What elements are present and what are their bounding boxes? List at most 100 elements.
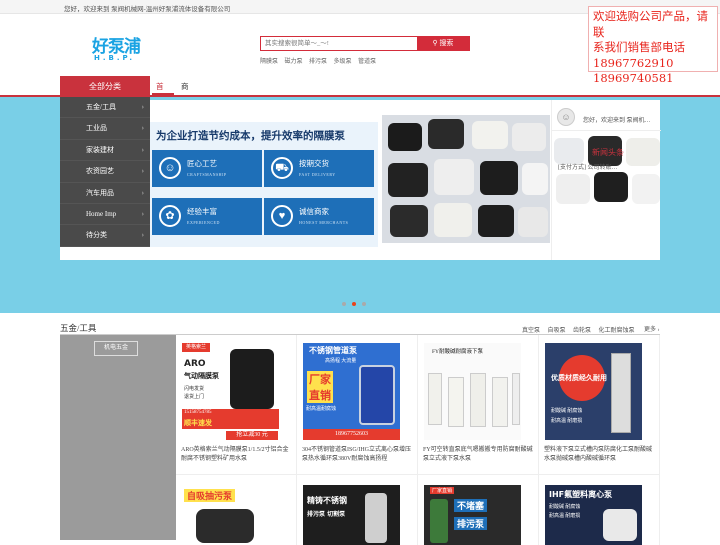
feature-tile: ✿ 经验丰富 EXPERIENCED xyxy=(152,198,262,235)
category-label: Home Imp xyxy=(86,209,117,218)
product-image-text: 排污泵 xyxy=(454,517,488,530)
product-image-text: 不堵塞 xyxy=(454,499,488,512)
pump-image xyxy=(554,138,584,164)
pump-image xyxy=(522,163,548,195)
nav-active-underline xyxy=(152,93,174,95)
product-image-text: 厂家 xyxy=(307,371,333,387)
promo-line: 欢迎选购公司产品，请联 xyxy=(593,9,708,39)
greeting-text: 您好，欢迎来到 泵阀机械网-温州好泵浦流体设备有限公司 xyxy=(64,6,231,13)
product-caption[interactable]: 塑料液下泵立式槽内泵防腐化工泵耐酸碱水泵抛碱泵槽内酸碱循环泵 xyxy=(544,446,656,464)
carousel-dot[interactable] xyxy=(342,302,346,306)
product-image-text: 耐高温 耐磨损 xyxy=(551,419,583,424)
hot-keyword-link[interactable]: 管道泵 xyxy=(358,59,376,65)
hot-keyword-link[interactable]: 磁力泵 xyxy=(285,59,303,65)
pump-image xyxy=(365,493,387,543)
pump-image xyxy=(512,373,520,425)
pump-image xyxy=(632,174,660,204)
search-bar: ⚲ 搜索 xyxy=(260,36,470,51)
product-image-text: ARO xyxy=(184,359,206,369)
pump-image xyxy=(448,377,464,427)
product-image-text: IHF氟塑料离心泵 xyxy=(549,490,613,499)
news-headline[interactable]: 新闻头条 xyxy=(592,147,624,158)
product-card[interactable]: 优质材质经久耐用 耐酸碱 耐腐蚀 耐高温 耐磨损 塑料液下泵立式槽内泵防腐化工泵… xyxy=(539,335,660,475)
product-card[interactable]: 厂家直销 不堵塞 排污泵 xyxy=(418,475,539,545)
product-image-text: FY耐酸碱耐腐液下泵 xyxy=(432,349,484,355)
pump-image xyxy=(556,174,590,204)
product-image: 厂家直销 不堵塞 排污泵 xyxy=(424,485,521,545)
category-label: 工业品 xyxy=(86,124,107,133)
side-tag-button[interactable]: 机电五金 xyxy=(94,341,138,356)
pump-image xyxy=(603,509,637,541)
category-item[interactable]: 五金/工具 › xyxy=(60,97,150,119)
category-menu: 五金/工具 › 工业品 › 家装建材 › 农资园艺 › 汽车用品 › Home Imp › … xyxy=(60,97,150,247)
category-item[interactable]: 农资园艺 › xyxy=(60,161,150,183)
product-image-text: 18967752603 xyxy=(303,429,400,440)
pump-image xyxy=(626,138,660,166)
chevron-right-icon: › xyxy=(141,231,144,240)
category-item[interactable]: Home Imp › xyxy=(60,204,150,226)
product-image-text: 气动隔膜泵 xyxy=(184,372,219,380)
chevron-right-icon: › xyxy=(141,124,144,133)
category-item[interactable]: 汽车用品 › xyxy=(60,183,150,204)
product-image-text: 直销 xyxy=(307,387,333,403)
news-frame: 新闻头条 [支付方式] 公司转账… xyxy=(551,100,661,260)
subcategory-link[interactable]: 化工耐腐蚀泵 xyxy=(599,328,635,334)
carousel-dot-active[interactable] xyxy=(352,302,356,306)
all-categories-button[interactable]: 全部分类 xyxy=(60,76,150,97)
nav-products-dropdown[interactable]: 商品分类 ▾ xyxy=(181,76,189,175)
chevron-right-icon: › xyxy=(141,145,144,154)
logo-subtext: H.B.P. xyxy=(94,54,136,62)
pump-image xyxy=(512,123,546,151)
chevron-right-icon: › xyxy=(141,209,144,218)
divider xyxy=(552,130,661,131)
category-label: 待分类 xyxy=(86,231,107,240)
category-label: 五金/工具 xyxy=(86,103,116,111)
product-caption[interactable]: FY可空转直泵底气嗯搬搬专用防腐耐酸碱泵立式液下泵水泵 xyxy=(423,446,535,464)
search-input[interactable] xyxy=(261,37,417,50)
product-card[interactable]: 不锈钢管道泵 高扬程 大流量 厂家 直销 耐高温耐腐蚀 18967752603 … xyxy=(297,335,418,475)
product-image-text: 优质材质经久耐用 xyxy=(551,374,607,382)
promo-line: 系我们销售部电话 xyxy=(593,40,685,54)
feature-tile: ⛟ 按期交货 FAST DELIVERY xyxy=(264,150,374,187)
hot-keyword-link[interactable]: 排污泵 xyxy=(309,59,327,65)
pump-image xyxy=(196,509,254,543)
product-card[interactable]: 自吸抽污泵 xyxy=(176,475,297,545)
product-caption[interactable]: ARO英格索兰气动隔膜泵1/1.5/2寸铝合金耐腐不锈钢塑料矿用水泵 xyxy=(181,446,293,464)
search-icon: ⚲ xyxy=(432,39,438,47)
pump-image xyxy=(434,203,472,237)
carousel-dot[interactable] xyxy=(362,302,366,306)
product-image-text: 15158754785 xyxy=(184,410,212,415)
product-card[interactable]: 精铸不锈钢 排污泵 切割泵 xyxy=(297,475,418,545)
feature-subtitle: EXPERIENCED xyxy=(187,220,220,225)
hot-keyword-link[interactable]: 多级泵 xyxy=(334,59,352,65)
chevron-right-icon: › xyxy=(141,103,144,111)
product-card[interactable]: FY耐酸碱耐腐液下泵 FY可空转直泵底气嗯搬搬专用防腐耐酸碱泵立式液下泵水泵 xyxy=(418,335,539,475)
promo-phone: 18969740581 xyxy=(593,71,674,85)
search-button[interactable]: ⚲ 搜索 xyxy=(417,37,469,50)
product-image: FY耐酸碱耐腐液下泵 xyxy=(424,343,521,440)
pump-image xyxy=(359,365,395,425)
pump-image xyxy=(430,499,448,543)
feature-title: 诚信商家 xyxy=(299,207,329,216)
site-logo[interactable]: 好泵浦 H.B.P. xyxy=(92,32,141,62)
category-item[interactable]: 待分类 › xyxy=(60,225,150,247)
category-item[interactable]: 工业品 › xyxy=(60,118,150,140)
product-caption[interactable]: 304不锈钢管道泵ISG/IHG立式离心泵增压泵热水循环泵380V耐腐蚀高扬程 xyxy=(302,446,414,464)
subcategory-link[interactable]: 齿轮泵 xyxy=(573,328,591,334)
section-title[interactable]: 五金/工具 xyxy=(60,322,96,334)
product-card[interactable]: 英格索兰 ARO 气动隔膜泵 闪电发货 退货上门 15158754785 顺丰速… xyxy=(176,335,297,475)
more-link[interactable]: 更多 › xyxy=(644,324,660,333)
news-item-link[interactable]: [支付方式] 公司转账… xyxy=(558,162,618,171)
promo-contact-box: 欢迎选购公司产品，请联 系我们销售部电话 18967762910 1896974… xyxy=(588,6,718,85)
subcategory-link[interactable]: 自吸泵 xyxy=(548,328,566,334)
pump-image xyxy=(470,373,486,427)
product-card[interactable]: IHF氟塑料离心泵 耐酸碱 耐腐蚀 耐高温 耐磨损 xyxy=(539,475,660,545)
pump-image xyxy=(388,123,422,151)
flower-icon: ✿ xyxy=(159,205,181,227)
pump-image xyxy=(388,163,428,197)
pump-image xyxy=(428,373,442,425)
category-item[interactable]: 家装建材 › xyxy=(60,140,150,162)
hot-keyword-link[interactable]: 隔膜泵 xyxy=(260,59,278,65)
product-image-text: 高扬程 大流量 xyxy=(325,359,357,364)
subcategory-link[interactable]: 真空泵 xyxy=(522,328,540,334)
